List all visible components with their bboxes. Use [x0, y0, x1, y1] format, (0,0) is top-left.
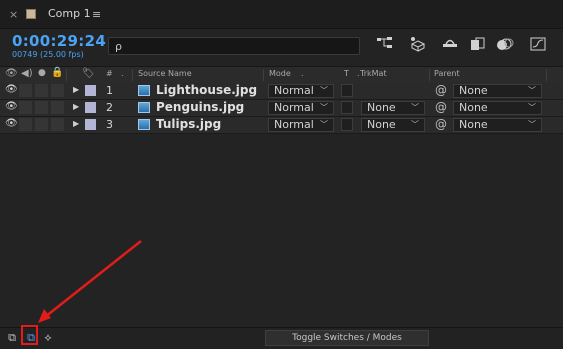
annotation-arrow — [38, 240, 142, 323]
